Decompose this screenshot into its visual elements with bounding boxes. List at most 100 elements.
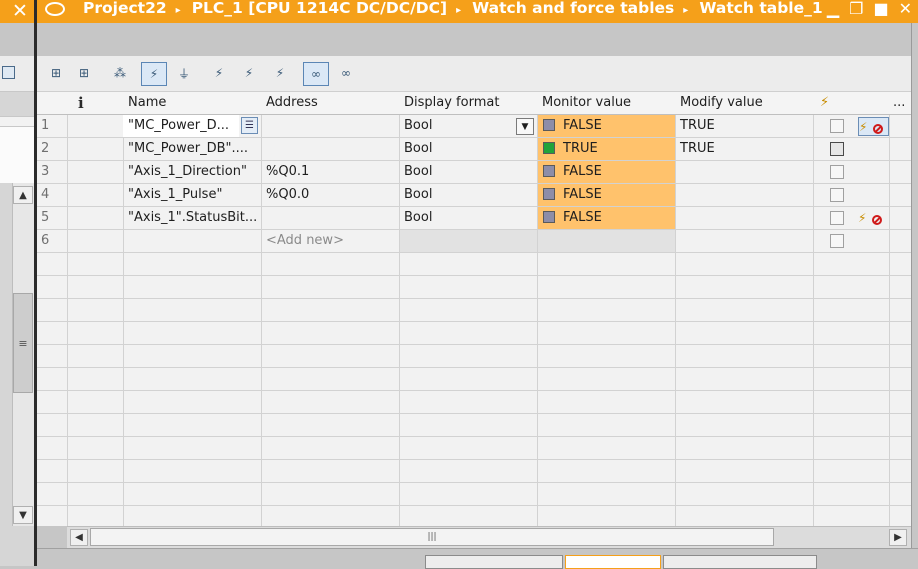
maximize-icon[interactable]: ■ xyxy=(873,0,888,18)
name-column-header[interactable]: Name xyxy=(123,92,261,114)
scroll-down-icon[interactable]: ▼ xyxy=(13,506,33,524)
left-panel-band xyxy=(0,23,34,56)
modify-value-column-header[interactable]: Modify value xyxy=(675,92,813,114)
name-cell[interactable]: "Axis_1_Direction" xyxy=(123,161,261,183)
name-cell[interactable]: "MC_Power_D... xyxy=(123,115,239,137)
monitor-once-icon[interactable]: ⏚ xyxy=(173,62,195,84)
monitor-value-text: FALSE xyxy=(563,187,602,202)
breadcrumb-separator-icon: ▸ xyxy=(175,5,181,16)
table-row xyxy=(37,460,911,483)
address-cell[interactable]: %Q0.1 xyxy=(261,161,399,183)
info-column-header[interactable]: i xyxy=(73,92,103,114)
row-number: 2 xyxy=(41,141,50,156)
modify-checkbox[interactable] xyxy=(830,119,844,133)
tab-diagnostics[interactable] xyxy=(663,555,817,569)
modify-column-lightning-icon[interactable]: ⚡ xyxy=(815,92,845,114)
table-row xyxy=(37,414,911,437)
scroll-thumb[interactable]: ||| xyxy=(90,528,774,546)
breadcrumb-folder[interactable]: Watch and force tables xyxy=(472,0,674,16)
row-number xyxy=(37,483,67,505)
insert-row-icon[interactable]: ⊞ xyxy=(45,62,67,84)
right-edge-panel xyxy=(911,23,918,548)
add-row-icon[interactable]: ⊞ xyxy=(73,62,95,84)
table-row[interactable]: 4 "Axis_1_Pulse" %Q0.0 Bool FALSE xyxy=(37,184,911,207)
name-cell[interactable]: "Axis_1".StatusBit... xyxy=(123,207,261,229)
left-panel-content xyxy=(0,127,34,183)
row-number xyxy=(37,460,67,482)
monitor-value-text: FALSE xyxy=(563,118,602,133)
row-number: 5 xyxy=(41,210,50,225)
force-disabled-icon[interactable]: ⚡ xyxy=(858,117,889,136)
monitor-value-cell: TRUE xyxy=(538,138,675,160)
row-number xyxy=(37,299,67,321)
table-row[interactable]: 2 "MC_Power_DB".... Bool TRUE TRUE xyxy=(37,138,911,161)
scroll-up-icon[interactable]: ▲ xyxy=(13,186,33,204)
name-cell[interactable]: "Axis_1_Pulse" xyxy=(123,184,261,206)
tab-properties[interactable] xyxy=(425,555,563,569)
monitor-value-cell: FALSE xyxy=(538,207,675,229)
modify-checkbox[interactable] xyxy=(830,165,844,179)
display-format-cell[interactable]: Bool xyxy=(399,115,513,137)
table-row[interactable]: 6 <Add new> xyxy=(37,230,911,253)
monitor-value-text: FALSE xyxy=(563,164,602,179)
display-format-column-header[interactable]: Display format xyxy=(399,92,537,114)
list-picker-icon[interactable]: ☰ xyxy=(241,117,258,134)
table-row xyxy=(37,322,911,345)
editor-header-band xyxy=(37,23,918,56)
table-row[interactable]: 5 "Axis_1".StatusBit... Bool FALSE ⚡ xyxy=(37,207,911,230)
display-format-cell xyxy=(400,230,537,252)
row-number xyxy=(37,368,67,390)
close-icon[interactable]: ✕ xyxy=(12,0,28,22)
table-row[interactable]: 3 "Axis_1_Direction" %Q0.1 Bool FALSE xyxy=(37,161,911,184)
display-format-cell[interactable]: Bool xyxy=(399,138,537,160)
scroll-right-icon[interactable]: ▶ xyxy=(889,529,907,546)
table-header: i Name Address Display format Monitor va… xyxy=(37,92,911,115)
monitor-value-column-header[interactable]: Monitor value xyxy=(537,92,675,114)
enable-peripheral-outputs-icon[interactable]: ⚡ xyxy=(269,62,291,84)
close-icon[interactable]: ✕ xyxy=(899,0,912,18)
display-format-cell[interactable]: Bool xyxy=(399,161,537,183)
row-number xyxy=(37,276,67,298)
show-hide-columns-icon[interactable]: ⁂ xyxy=(109,62,131,84)
restore-icon[interactable]: ❐ xyxy=(849,0,863,18)
scroll-left-icon[interactable]: ◀ xyxy=(70,529,88,546)
device-icon[interactable] xyxy=(2,66,15,79)
add-new-cell[interactable]: <Add new> xyxy=(261,230,399,252)
modify-checkbox[interactable] xyxy=(830,142,844,156)
row-number xyxy=(37,506,67,526)
name-cell[interactable]: "MC_Power_DB".... xyxy=(123,138,261,160)
scroll-thumb[interactable]: ≡ xyxy=(13,293,33,393)
monitor-value-text: FALSE xyxy=(563,210,602,225)
tab-info[interactable] xyxy=(565,555,661,569)
breadcrumb-plc[interactable]: PLC_1 [CPU 1214C DC/DC/DC] xyxy=(192,0,447,16)
monitor-all-glasses-icon[interactable]: ∞ xyxy=(303,62,329,86)
monitor-now-icon[interactable]: ∞ xyxy=(335,62,357,84)
breadcrumb-project[interactable]: Project22 xyxy=(83,0,167,16)
row-number xyxy=(37,322,67,344)
force-disabled-icon[interactable]: ⚡ xyxy=(858,209,889,228)
modify-value-cell[interactable]: TRUE xyxy=(675,138,813,160)
display-format-cell[interactable]: Bool xyxy=(399,184,537,206)
breadcrumb-table[interactable]: Watch table_1 xyxy=(699,0,822,16)
modify-checkbox[interactable] xyxy=(830,188,844,202)
address-cell[interactable]: %Q0.0 xyxy=(261,184,399,206)
row-number xyxy=(37,345,67,367)
status-led-icon xyxy=(543,187,555,200)
minimize-icon[interactable]: ▁ xyxy=(827,0,839,18)
display-format-cell[interactable]: Bool xyxy=(399,207,537,229)
modify-now-icon[interactable]: ⚡ xyxy=(207,62,231,84)
dropdown-arrow-icon[interactable]: ▼ xyxy=(516,118,534,135)
watch-table: i Name Address Display format Monitor va… xyxy=(37,92,911,526)
table-row xyxy=(37,391,911,414)
address-column-header[interactable]: Address xyxy=(261,92,399,114)
modify-with-trigger-icon[interactable]: ⚡ xyxy=(237,62,261,84)
table-row[interactable]: 1 "MC_Power_D... ☰ Bool ▼ FALSE TRUE ⚡ xyxy=(37,115,911,138)
modify-checkbox[interactable] xyxy=(830,234,844,248)
project-icon xyxy=(45,2,65,16)
more-columns-button[interactable]: ... xyxy=(889,92,911,114)
modify-value-cell[interactable]: TRUE xyxy=(675,115,813,137)
modify-checkbox[interactable] xyxy=(830,211,844,225)
monitor-value-cell: FALSE xyxy=(538,184,675,206)
breadcrumb-separator-icon: ▸ xyxy=(456,5,462,16)
monitor-all-icon[interactable]: ⚡ xyxy=(141,62,167,86)
